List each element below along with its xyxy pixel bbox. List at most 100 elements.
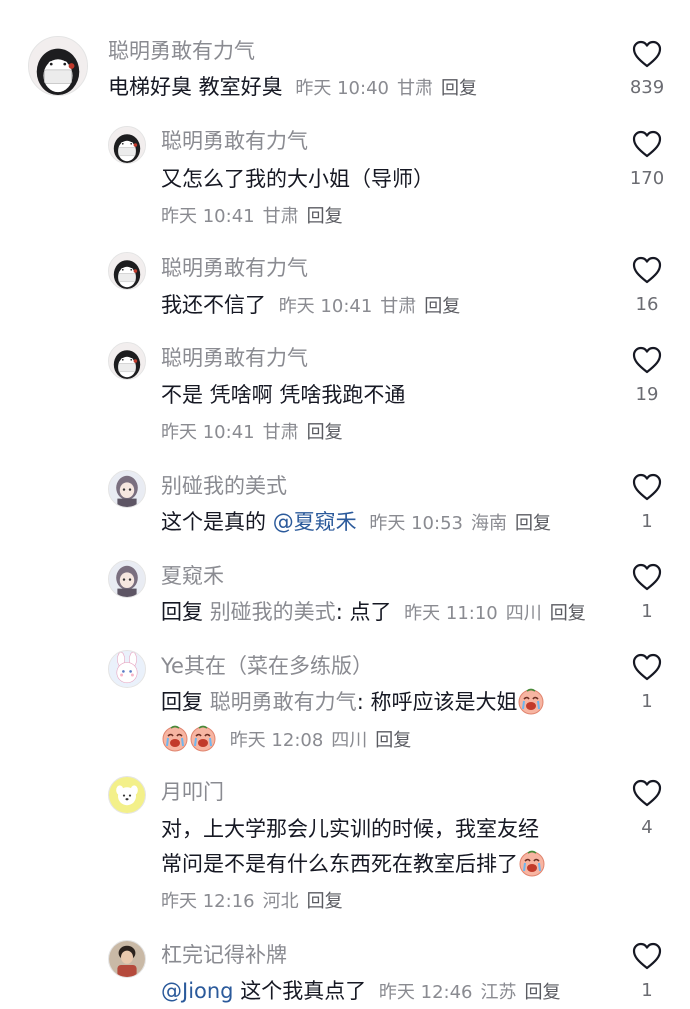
comment-username[interactable]: 聪明勇敢有力气 bbox=[108, 38, 255, 64]
comment-meta: 昨天 10:41 甘肃 回复 bbox=[279, 296, 461, 317]
crying-emoji-icon bbox=[161, 724, 189, 752]
comment-meta: 昨天 10:41 甘肃 回复 bbox=[161, 418, 343, 448]
reply-button[interactable]: 回复 bbox=[307, 206, 343, 227]
comment-text: 对，上大学那会儿实训的时候，我室友经 bbox=[161, 817, 539, 841]
reply-button[interactable]: 回复 bbox=[550, 603, 586, 624]
crying-emoji-icon bbox=[189, 724, 217, 752]
comment-time: 昨天 11:10 bbox=[404, 603, 498, 624]
comment-username[interactable]: 聪明勇敢有力气 bbox=[161, 128, 308, 154]
avatar[interactable] bbox=[108, 940, 146, 978]
comment-location: 甘肃 bbox=[396, 78, 433, 99]
avatar[interactable] bbox=[108, 342, 146, 380]
comment-time: 昨天 12:08 bbox=[229, 730, 324, 751]
heart-icon[interactable] bbox=[632, 942, 662, 970]
heart-icon[interactable] bbox=[632, 473, 662, 501]
like-count: 19 bbox=[635, 384, 659, 405]
reply-target-username[interactable]: 别碰我的美式 bbox=[210, 600, 336, 624]
reply-button[interactable]: 回复 bbox=[307, 422, 343, 443]
comment-time: 昨天 12:46 bbox=[378, 982, 473, 1003]
reply-item: 聪明勇敢有力气 又怎么了我的大小姐（导师） 昨天 10:41 甘肃 回复 170 bbox=[0, 110, 690, 238]
comment-location: 甘肃 bbox=[262, 206, 299, 227]
comment-location: 四川 bbox=[505, 603, 542, 624]
comment-text-line: 昨天 12:08 四川 回复 bbox=[161, 724, 411, 756]
heart-icon[interactable] bbox=[632, 40, 662, 68]
avatar[interactable] bbox=[28, 36, 88, 96]
comment-meta: 昨天 10:41 甘肃 回复 bbox=[161, 202, 343, 232]
avatar[interactable] bbox=[108, 126, 146, 164]
heart-icon[interactable] bbox=[632, 130, 662, 158]
comment-username[interactable]: Ye其在（菜在多练版） bbox=[161, 653, 373, 679]
reply-button[interactable]: 回复 bbox=[515, 513, 551, 534]
reply-item: 杠完记得补牌 @Jiong 这个我真点了 昨天 12:46 江苏 回复 1 bbox=[0, 928, 690, 1009]
penguin-avatar-icon bbox=[109, 127, 145, 163]
like-count: 4 bbox=[641, 817, 653, 838]
heart-icon[interactable] bbox=[632, 779, 662, 807]
comment-username[interactable]: 月叩门 bbox=[161, 779, 224, 805]
person-avatar-icon bbox=[109, 941, 145, 977]
anime-avatar-icon bbox=[109, 471, 145, 507]
avatar[interactable] bbox=[108, 776, 146, 814]
anime-avatar-icon bbox=[109, 561, 145, 597]
like-count: 1 bbox=[641, 980, 653, 1001]
mention-link[interactable]: @夏窥禾 bbox=[273, 510, 357, 534]
reply-button[interactable]: 回复 bbox=[441, 78, 477, 99]
heart-icon[interactable] bbox=[632, 346, 662, 374]
heart-icon[interactable] bbox=[632, 563, 662, 591]
reply-item: 夏窥禾 回复 别碰我的美式: 点了 昨天 11:10 四川 回复 1 bbox=[0, 546, 690, 636]
reply-item: Ye其在（菜在多练版） 回复 聪明勇敢有力气: 称呼应该是大姐 昨天 12:08… bbox=[0, 636, 690, 766]
mention-link[interactable]: @Jiong bbox=[161, 979, 234, 1003]
avatar[interactable] bbox=[108, 650, 146, 688]
comment-text-line: @Jiong 这个我真点了 昨天 12:46 江苏 回复 bbox=[161, 976, 561, 1008]
comment-username[interactable]: 别碰我的美式 bbox=[161, 473, 287, 499]
comment-meta: 昨天 12:16 河北 回复 bbox=[161, 887, 343, 917]
comment-location: 甘肃 bbox=[380, 296, 417, 317]
reply-item: 月叩门 对，上大学那会儿实训的时候，我室友经 常问是不是有什么东西死在教室后排了… bbox=[0, 766, 690, 928]
reply-button[interactable]: 回复 bbox=[525, 982, 561, 1003]
comment-location: 河北 bbox=[262, 891, 299, 912]
comment-username[interactable]: 杠完记得补牌 bbox=[161, 942, 287, 968]
comment-meta: 昨天 10:40 甘肃 回复 bbox=[295, 78, 477, 99]
penguin-avatar-icon bbox=[29, 37, 87, 95]
comment-text: 我还不信了 bbox=[161, 293, 266, 317]
comment-location: 江苏 bbox=[480, 982, 517, 1003]
reply-button[interactable]: 回复 bbox=[375, 730, 411, 751]
comment-meta: 昨天 12:08 四川 回复 bbox=[230, 730, 412, 751]
comment-text: 常问是不是有什么东西死在教室后排了 bbox=[161, 852, 518, 876]
reply-button[interactable]: 回复 bbox=[424, 296, 460, 317]
crying-emoji-icon bbox=[518, 849, 546, 877]
penguin-avatar-icon bbox=[109, 343, 145, 379]
like-count: 839 bbox=[629, 77, 665, 98]
heart-icon[interactable] bbox=[632, 256, 662, 284]
avatar[interactable] bbox=[108, 252, 146, 290]
comment-time: 昨天 10:40 bbox=[295, 78, 389, 99]
comment-username[interactable]: 聪明勇敢有力气 bbox=[161, 255, 308, 281]
like-count: 170 bbox=[629, 168, 665, 189]
reply-item: 聪明勇敢有力气 不是 凭啥啊 凭啥我跑不通 昨天 10:41 甘肃 回复 19 bbox=[0, 328, 690, 456]
reply-item: 聪明勇敢有力气 我还不信了 昨天 10:41 甘肃 回复 16 bbox=[0, 238, 690, 328]
reply-target-username[interactable]: 聪明勇敢有力气 bbox=[210, 690, 357, 714]
comment-time: 昨天 10:41 bbox=[161, 206, 255, 227]
comment-meta: 昨天 12:46 江苏 回复 bbox=[379, 982, 561, 1003]
comment-text: 电梯好臭 教室好臭 bbox=[108, 75, 283, 99]
comment-username[interactable]: 聪明勇敢有力气 bbox=[161, 345, 308, 371]
comment-text-line: 这个是真的 @夏窥禾 昨天 10:53 海南 回复 bbox=[161, 507, 551, 539]
comment-username[interactable]: 夏窥禾 bbox=[161, 563, 224, 589]
penguin-avatar-icon bbox=[109, 253, 145, 289]
comment-text: 这个我真点了 bbox=[233, 979, 367, 1003]
comment-text-line: 回复 聪明勇敢有力气: 称呼应该是大姐 bbox=[161, 687, 545, 717]
reply-item: 别碰我的美式 这个是真的 @夏窥禾 昨天 10:53 海南 回复 1 bbox=[0, 456, 690, 546]
crying-emoji-icon bbox=[517, 687, 545, 715]
avatar[interactable] bbox=[108, 470, 146, 508]
comment-meta: 昨天 10:53 海南 回复 bbox=[369, 513, 551, 534]
comment-location: 甘肃 bbox=[262, 422, 299, 443]
comment-meta: 昨天 11:10 四川 回复 bbox=[404, 603, 586, 624]
like-count: 1 bbox=[641, 511, 653, 532]
comment-text: 不是 凭啥啊 凭啥我跑不通 bbox=[161, 383, 406, 407]
reply-button[interactable]: 回复 bbox=[307, 891, 343, 912]
comment-time: 昨天 10:41 bbox=[161, 422, 255, 443]
heart-icon[interactable] bbox=[632, 653, 662, 681]
avatar[interactable] bbox=[108, 560, 146, 598]
reply-prefix: 回复 bbox=[161, 600, 203, 624]
comment-text: 又怎么了我的大小姐（导师） bbox=[161, 167, 434, 191]
comment-text-line: 常问是不是有什么东西死在教室后排了 bbox=[161, 849, 546, 879]
